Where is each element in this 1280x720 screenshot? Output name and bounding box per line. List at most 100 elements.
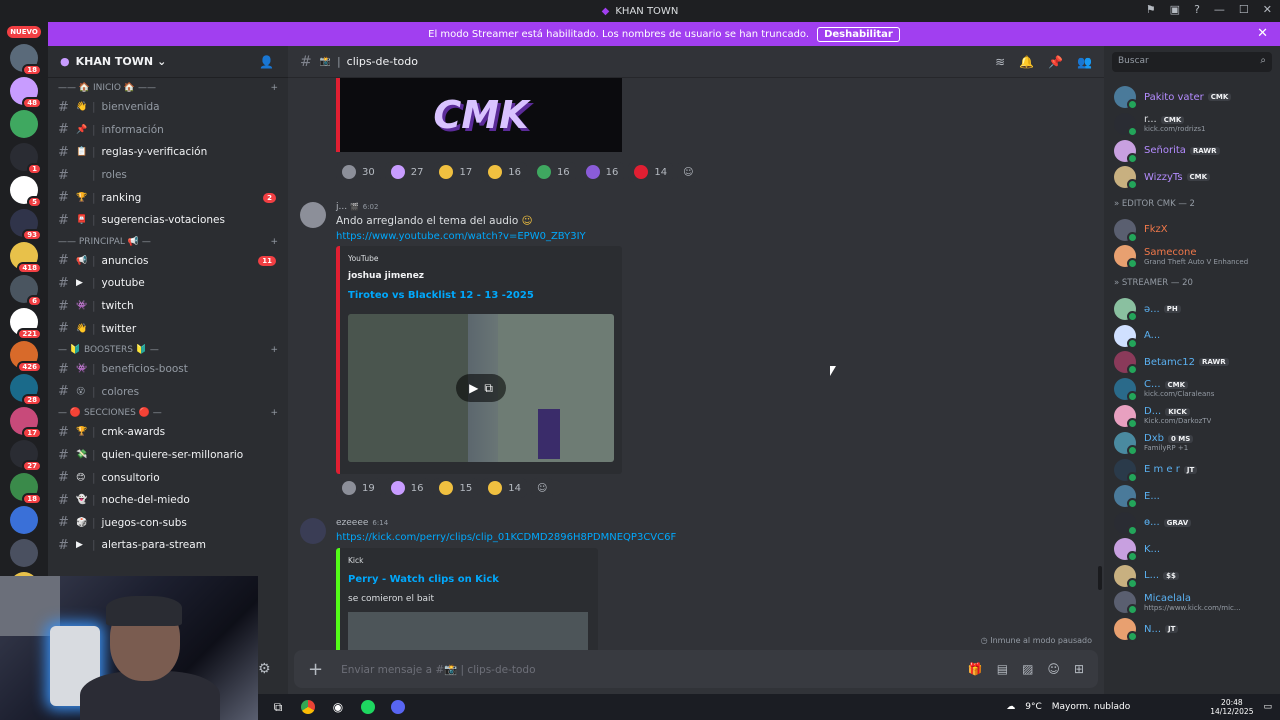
weather-desc[interactable]: Mayorm. nublado: [1052, 702, 1131, 712]
pin-icon[interactable]: 📌: [1048, 55, 1063, 69]
play-button[interactable]: ▶ ⧉: [456, 374, 506, 402]
avatar[interactable]: [300, 202, 326, 228]
channel-alertas-para-stream[interactable]: # ▶ | alertas-para-stream: [48, 534, 288, 557]
disable-streamer-button[interactable]: Deshabilitar: [817, 26, 900, 42]
server-icon[interactable]: [10, 110, 38, 138]
obs-icon[interactable]: ◉: [328, 698, 348, 716]
member-item[interactable]: L... $$: [1114, 563, 1280, 589]
server-icon[interactable]: [10, 506, 38, 534]
category-principal[interactable]: —— PRINCIPAL 📢 — +: [48, 232, 288, 250]
member-item[interactable]: K...: [1114, 536, 1280, 562]
add-channel-icon[interactable]: +: [270, 345, 278, 355]
weather-icon[interactable]: ☁: [1006, 702, 1015, 712]
message-author[interactable]: ezeeee 6:14: [336, 518, 388, 528]
server-icon[interactable]: 1: [10, 143, 42, 175]
gif-icon[interactable]: ▤: [997, 662, 1008, 676]
channel-twitch[interactable]: # 👾 | twitch: [48, 295, 288, 318]
reaction[interactable]: 16: [482, 162, 527, 182]
inbox-icon[interactable]: ⚑: [1146, 3, 1156, 16]
chrome-icon[interactable]: [298, 698, 318, 716]
spotify-icon[interactable]: [358, 698, 378, 716]
server-icon[interactable]: 426: [10, 341, 42, 373]
server-icon[interactable]: 93: [10, 209, 42, 241]
add-reaction-icon[interactable]: ☺: [530, 478, 554, 498]
channel-sugerencias-votaciones[interactable]: # 📮 | sugerencias-votaciones: [48, 209, 288, 232]
emoji-icon[interactable]: ☺: [1047, 662, 1060, 676]
reaction[interactable]: 16: [384, 478, 430, 498]
channel-consultorio[interactable]: # 😊 | consultorio: [48, 466, 288, 489]
channel-roles[interactable]: # | roles: [48, 164, 288, 187]
server-icon[interactable]: 18: [10, 473, 42, 505]
embed-author[interactable]: joshua jimenez: [348, 271, 424, 281]
server-icon[interactable]: 28: [10, 374, 42, 406]
search-input[interactable]: Buscar ⌕: [1112, 52, 1272, 72]
sticker-icon[interactable]: ▨: [1022, 662, 1033, 676]
channel-juegos-con-subs[interactable]: # 🎲 | juegos-con-subs: [48, 512, 288, 535]
embed-image[interactable]: CMK: [336, 78, 622, 152]
reaction[interactable]: 19: [336, 478, 381, 498]
server-icon[interactable]: 48: [10, 77, 42, 109]
category-boosters[interactable]: — 🔰 BOOSTERS 🔰 — +: [48, 340, 288, 358]
server-icon[interactable]: 5: [10, 176, 42, 208]
invite-icon[interactable]: 👤: [259, 55, 274, 69]
embed-provider[interactable]: YouTube: [348, 254, 379, 263]
add-reaction-icon[interactable]: ☺: [677, 162, 700, 182]
reaction[interactable]: 17: [433, 162, 479, 182]
channel-ranking[interactable]: # 🏆 | ranking 2: [48, 186, 288, 209]
apps-icon[interactable]: ⊞: [1074, 662, 1084, 676]
clip-thumbnail[interactable]: [348, 612, 588, 652]
channel-colores[interactable]: # 😵 | colores: [48, 381, 288, 404]
server-icon[interactable]: 221: [10, 308, 42, 340]
server-icon[interactable]: 18: [10, 44, 42, 76]
category-inicio[interactable]: —— 🏠 INICIO 🏠 —— +: [48, 78, 288, 96]
server-icon[interactable]: 6: [10, 275, 42, 307]
reaction[interactable]: 27: [384, 162, 430, 182]
reaction[interactable]: 16: [579, 162, 625, 182]
category-secciones[interactable]: — 🔴 SECCIONES 🔴 — +: [48, 403, 288, 421]
channel-anuncios[interactable]: # 📢 | anuncios 11: [48, 250, 288, 273]
reaction[interactable]: 14: [482, 478, 527, 498]
threads-icon[interactable]: ≋: [995, 55, 1005, 69]
channel-quien-quiere-ser-millonario[interactable]: # 💸 | quien-quiere-ser-millonario: [48, 444, 288, 467]
task-view-icon[interactable]: ⧉: [268, 698, 288, 716]
reaction[interactable]: 30: [336, 162, 381, 182]
channel-cmk-awards[interactable]: # 🏆 | cmk-awards: [48, 421, 288, 444]
member-item[interactable]: Samecone Grand Theft Auto V Enhanced: [1114, 243, 1280, 269]
maximize-button[interactable]: ☐: [1239, 3, 1249, 16]
channel-bienvenida[interactable]: # 👋 | bienvenida: [48, 96, 288, 119]
channel-noche-del-miedo[interactable]: # 👻 | noche-del-miedo: [48, 489, 288, 512]
discord-icon[interactable]: [388, 698, 408, 716]
server-icon[interactable]: [10, 539, 38, 567]
screen-icon[interactable]: ▣: [1170, 3, 1180, 16]
channel-beneficios-boost[interactable]: # 👾 | beneficios-boost: [48, 358, 288, 381]
clock[interactable]: 20:48 14/12/2025: [1210, 698, 1253, 716]
minimize-button[interactable]: —: [1214, 3, 1225, 16]
member-item[interactable]: FkzX: [1114, 217, 1280, 243]
member-item[interactable]: ɵ... GRAV: [1114, 510, 1280, 536]
member-item[interactable]: E...: [1114, 483, 1280, 509]
weather-temp[interactable]: 9°C: [1025, 702, 1042, 712]
help-icon[interactable]: ?: [1194, 3, 1200, 16]
member-item[interactable]: C... CMK kick.com/Claraleans: [1114, 376, 1280, 402]
channel-reglas-y-verificación[interactable]: # 📋 | reglas-y-verificación: [48, 141, 288, 164]
scrollbar[interactable]: [1098, 566, 1102, 590]
settings-gear-icon[interactable]: ⚙: [258, 661, 271, 677]
new-badge[interactable]: NUEVO: [7, 26, 41, 38]
message-composer[interactable]: + Enviar mensaje a #📸 | clips-de-todo 🎁 …: [294, 650, 1098, 688]
server-icon[interactable]: 418: [10, 242, 42, 274]
add-channel-icon[interactable]: +: [270, 237, 278, 247]
message-author[interactable]: j... 🎬 6:02: [336, 202, 378, 212]
message-link[interactable]: https://kick.com/perry/clips/clip_01KCDM…: [336, 532, 676, 543]
member-item[interactable]: Señorita RAWR: [1114, 138, 1280, 164]
member-item[interactable]: ə... PH: [1114, 296, 1280, 322]
member-item[interactable]: Micaelala https://www.kick.com/mic...: [1114, 589, 1280, 615]
close-window-button[interactable]: ✕: [1263, 3, 1272, 16]
member-item[interactable]: N... JT: [1114, 616, 1280, 642]
close-icon[interactable]: ✕: [1257, 26, 1268, 41]
server-header[interactable]: ● KHAN TOWN ⌄ 👤: [48, 46, 288, 78]
message-link[interactable]: https://www.youtube.com/watch?v=EPW0_ZBY…: [336, 231, 586, 242]
member-item[interactable]: Pakito vater CMK: [1114, 84, 1280, 110]
reaction[interactable]: 16: [530, 162, 576, 182]
channel-youtube[interactable]: # ▶ | youtube: [48, 272, 288, 295]
reaction[interactable]: 14: [628, 162, 674, 182]
